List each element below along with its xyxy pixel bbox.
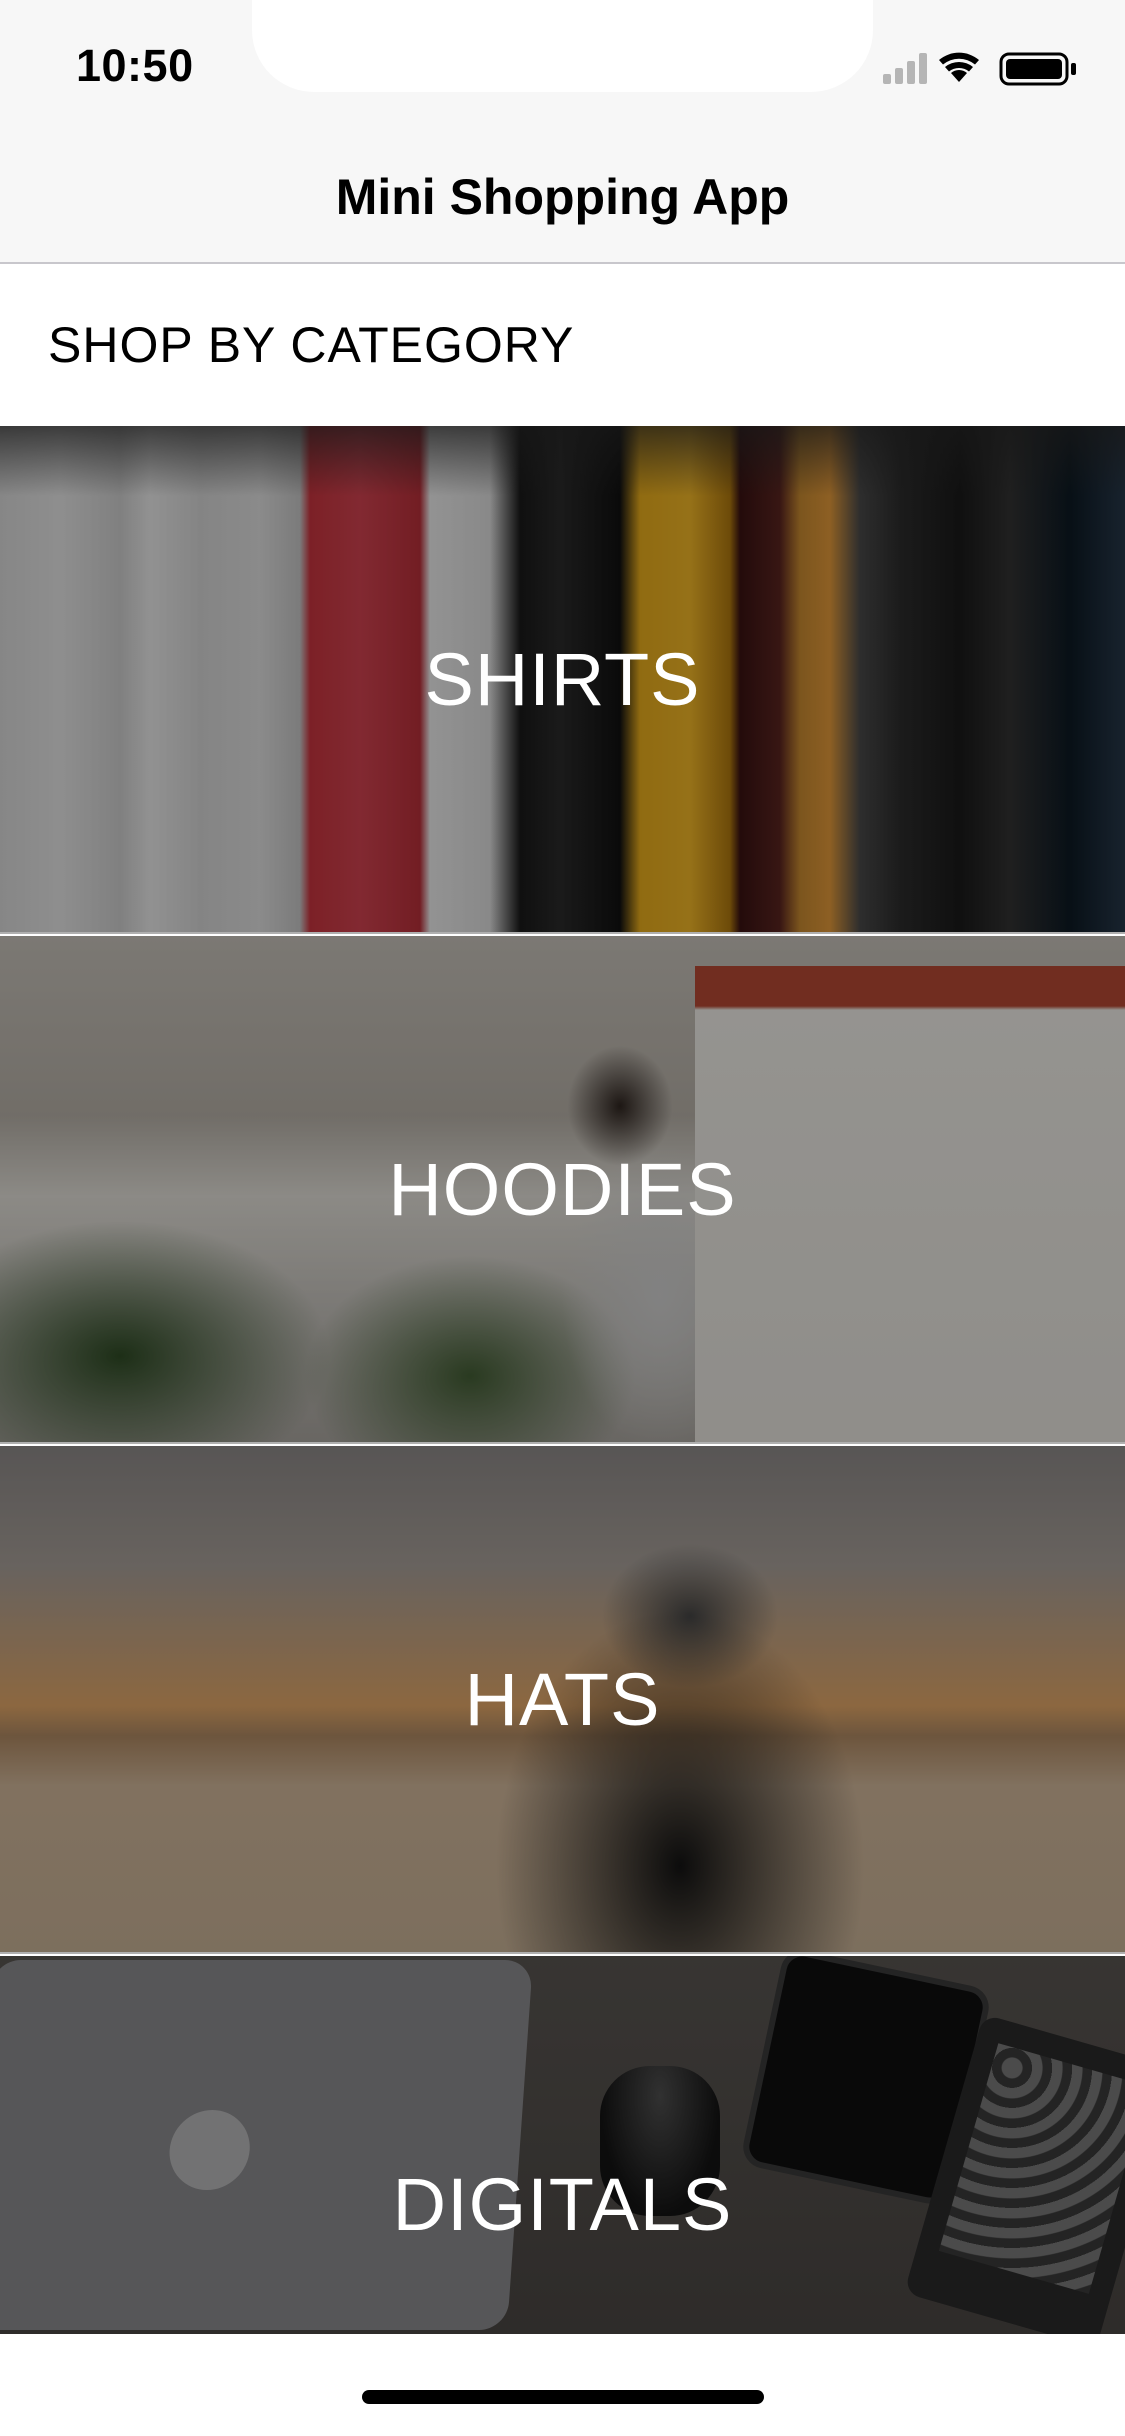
section-title: SHOP BY CATEGORY bbox=[48, 317, 575, 373]
status-bar: 10:50 bbox=[0, 0, 1125, 132]
device-notch bbox=[252, 0, 873, 92]
navigation-bar: Mini Shopping App bbox=[0, 132, 1125, 264]
category-label: DIGITALS bbox=[392, 2163, 733, 2246]
wifi-icon bbox=[939, 52, 979, 82]
cellular-signal-icon bbox=[883, 53, 927, 84]
system-icons bbox=[883, 52, 1076, 86]
home-indicator[interactable] bbox=[362, 2390, 764, 2404]
battery-icon bbox=[999, 52, 1076, 86]
category-tile-digitals[interactable]: DIGITALS bbox=[0, 1956, 1125, 2334]
category-label: HATS bbox=[464, 1657, 661, 1741]
page-title: Mini Shopping App bbox=[335, 169, 790, 225]
category-tile-hats[interactable]: HATS bbox=[0, 1446, 1125, 1954]
section-header: SHOP BY CATEGORY bbox=[0, 266, 1125, 426]
category-label: SHIRTS bbox=[424, 637, 701, 721]
category-tile-hoodies[interactable]: HOODIES bbox=[0, 936, 1125, 1444]
category-tile-shirts[interactable]: SHIRTS bbox=[0, 426, 1125, 934]
category-label: HOODIES bbox=[388, 1147, 737, 1231]
status-time: 10:50 bbox=[76, 40, 194, 91]
